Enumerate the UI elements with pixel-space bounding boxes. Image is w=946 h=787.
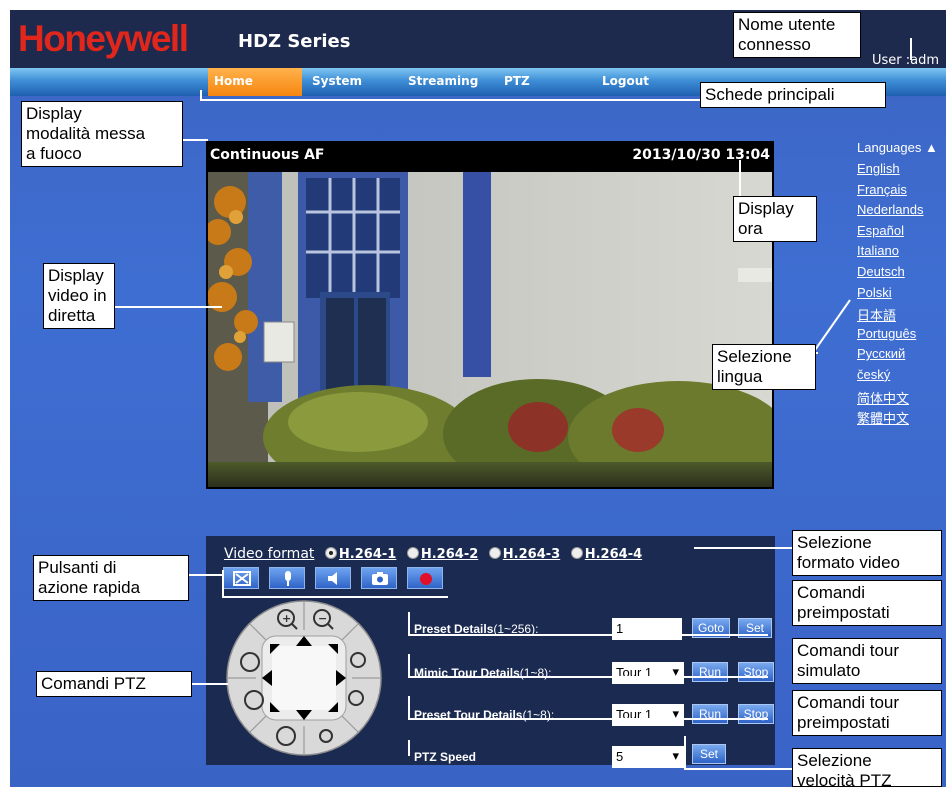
callout-line — [694, 547, 794, 549]
callout-logged-user: Nome utente connesso — [733, 12, 861, 58]
callout-line — [222, 570, 224, 598]
callout-line — [684, 736, 686, 770]
callout-quick-actions: Pulsanti di azione rapida — [33, 555, 189, 601]
callout-mimic-tour: Comandi tour simulato — [792, 638, 942, 684]
callout-preset-tour: Comandi tour preimpostati — [792, 690, 942, 736]
callout-line — [190, 683, 228, 685]
callout-line — [408, 634, 768, 636]
callout-time-display: Display ora — [733, 196, 817, 242]
callout-ptz-speed: Selezione velocità PTZ — [792, 748, 942, 787]
callout-line — [188, 574, 222, 576]
callout-line — [408, 612, 410, 636]
callout-language: Selezione lingua — [712, 344, 816, 390]
callout-live-video: Display video in diretta — [43, 263, 115, 329]
callout-main-tabs: Schede principali — [700, 82, 886, 108]
callout-line — [408, 676, 768, 678]
callout-line — [222, 596, 448, 598]
callout-ptz-commands: Comandi PTZ — [36, 671, 192, 697]
callout-line — [684, 768, 794, 770]
callout-video-format: Selezione formato video — [792, 530, 942, 576]
callout-line — [408, 696, 410, 720]
callout-preset-commands: Comandi preimpostati — [792, 580, 942, 626]
callout-line — [408, 718, 768, 720]
callout-line — [408, 740, 410, 756]
callout-line — [408, 654, 410, 678]
callout-focus-mode: Display modalità messa a fuoco — [21, 101, 183, 167]
